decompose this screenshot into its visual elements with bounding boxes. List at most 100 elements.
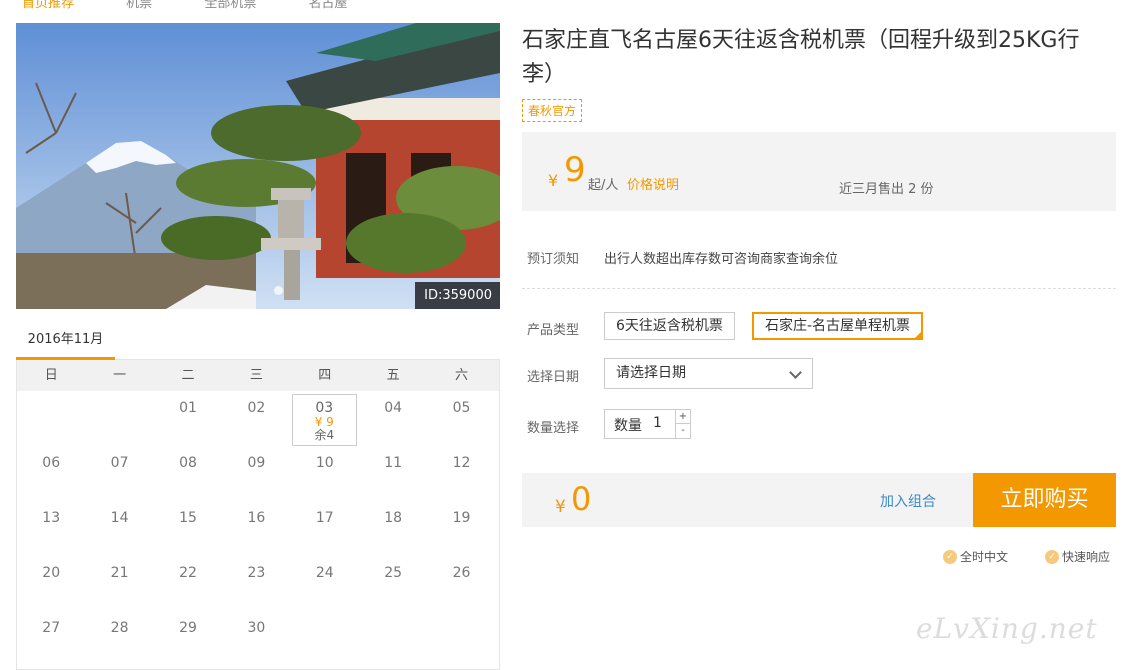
calendar-day[interactable]: 10 xyxy=(291,449,359,504)
type-option-roundtrip[interactable]: 6天往返含税机票 xyxy=(604,312,735,340)
calendar-day[interactable]: 02 xyxy=(222,394,290,449)
day-number: 01 xyxy=(179,400,197,416)
day-number: 03 xyxy=(315,400,334,416)
calendar-day[interactable]: 15 xyxy=(154,504,222,559)
calendar-day[interactable]: 23 xyxy=(222,559,290,614)
calendar-day[interactable]: 06 xyxy=(17,449,85,504)
calendar-day[interactable]: 14 xyxy=(85,504,153,559)
breadcrumb-item[interactable]: 名古屋 xyxy=(308,0,347,11)
calendar-empty-cell xyxy=(85,394,153,449)
day-number: 10 xyxy=(315,455,334,471)
weekday-label: 四 xyxy=(318,368,332,383)
calendar-day[interactable]: 13 xyxy=(17,504,85,559)
calendar-day[interactable]: 01 xyxy=(154,394,222,449)
temple-illustration xyxy=(16,23,500,309)
weekday-label: 五 xyxy=(386,368,400,383)
calendar-day[interactable]: 03 ¥ 9 余4 xyxy=(291,394,357,446)
quantity-stepper: 数量 1 + - xyxy=(604,409,691,439)
booking-notice: 预订须知 出行人数超出库存数可咨询商家查询余位 xyxy=(522,228,1116,289)
quantity-plus-button[interactable]: + xyxy=(675,410,690,424)
calendar-day[interactable]: 27 xyxy=(17,614,85,669)
product-photo[interactable]: ID:359000 xyxy=(16,23,500,309)
date-select-value: 请选择日期 xyxy=(616,365,686,381)
day-number: 22 xyxy=(179,565,197,581)
date-select[interactable]: 请选择日期 xyxy=(604,358,813,389)
breadcrumb-item[interactable]: 首页推荐 xyxy=(22,0,74,11)
calendar-day[interactable]: 25 xyxy=(359,559,427,614)
quantity-label: 数量选择 xyxy=(527,421,580,436)
day-number: 06 xyxy=(42,455,61,471)
calendar-empty-cell xyxy=(427,614,495,669)
seller-tag: 春秋官方 xyxy=(522,99,583,122)
day-number: 29 xyxy=(179,620,197,636)
selected-corner-icon xyxy=(913,330,924,340)
calendar-day[interactable]: 17 xyxy=(291,504,359,559)
breadcrumb: 首页推荐 机票 全部机票 名古屋 xyxy=(22,0,395,11)
type-option-label: 石家庄-名古屋单程机票 xyxy=(765,318,911,334)
weekday-label: 三 xyxy=(249,368,263,383)
day-number: 28 xyxy=(110,620,129,636)
feature-badge: ✓ 全时中文 xyxy=(943,548,1008,565)
total-currency: ¥ xyxy=(555,497,566,517)
calendar-day[interactable]: 21 xyxy=(85,559,153,614)
feature-label: 全时中文 xyxy=(960,550,1009,564)
quantity-minus-button[interactable]: - xyxy=(675,424,690,438)
calendar-empty-cell xyxy=(359,614,427,669)
calendar-day[interactable]: 08 xyxy=(154,449,222,504)
day-number: 13 xyxy=(42,510,61,526)
day-number: 23 xyxy=(247,565,266,581)
calendar-day[interactable]: 20 xyxy=(17,559,85,614)
day-number: 19 xyxy=(452,510,471,526)
price-amount: 9 xyxy=(564,150,586,190)
day-number: 05 xyxy=(452,400,471,416)
day-number: 15 xyxy=(179,510,197,526)
price-panel: ¥ 9 起/人 价格说明 近三月售出 2 份 xyxy=(522,132,1116,211)
tab-month[interactable]: 2016年11月 xyxy=(16,321,115,360)
day-number: 11 xyxy=(384,455,403,471)
day-number: 18 xyxy=(384,510,403,526)
calendar-empty-cell xyxy=(291,614,359,669)
weekday-label: 六 xyxy=(455,368,469,383)
buy-now-button[interactable]: 立即购买 xyxy=(973,473,1116,527)
feature-badge: ✓ 快速响应 xyxy=(1045,548,1110,565)
day-remaining: 余4 xyxy=(314,428,335,442)
day-number: 25 xyxy=(384,565,403,581)
breadcrumb-item[interactable]: 机票 xyxy=(126,0,152,11)
calendar-day[interactable]: 18 xyxy=(359,504,427,559)
weekday-label: 一 xyxy=(113,368,127,383)
currency-symbol: ¥ xyxy=(548,171,559,190)
calendar-day[interactable]: 29 xyxy=(154,614,222,669)
calendar-day[interactable]: 22 xyxy=(154,559,222,614)
type-option-oneway[interactable]: 石家庄-名古屋单程机票 xyxy=(752,312,924,340)
day-number: 04 xyxy=(384,400,403,416)
quantity-input[interactable]: 1 xyxy=(653,415,662,431)
day-number: 14 xyxy=(110,510,129,526)
calendar-day[interactable]: 12 xyxy=(427,449,495,504)
calendar-day[interactable]: 11 xyxy=(359,449,427,504)
day-number: 08 xyxy=(179,455,197,471)
calendar-day[interactable]: 26 xyxy=(427,559,495,614)
calendar-day[interactable]: 16 xyxy=(222,504,290,559)
calendar-day[interactable]: 09 xyxy=(222,449,290,504)
calendar-day[interactable]: 04 xyxy=(359,394,427,449)
day-number: 21 xyxy=(110,565,129,581)
calendar-day[interactable]: 30 xyxy=(222,614,290,669)
calendar-day[interactable]: 05 xyxy=(427,394,495,449)
calendar-grid: 01 02 03 ¥ 9 余4 04 05 06 07 08 09 10 11 12 13 14 15 16 17 1… xyxy=(17,391,499,669)
price-explain-link[interactable]: 价格说明 xyxy=(627,174,679,193)
calendar-day[interactable]: 07 xyxy=(85,449,153,504)
calendar: 日 一 二 三 四 五 六 01 02 03 ¥ 9 余4 04 05 06 07 08 09 10 1… xyxy=(16,360,500,670)
calendar-day[interactable]: 24 xyxy=(291,559,359,614)
calendar-day[interactable]: 28 xyxy=(85,614,153,669)
feature-label: 快速响应 xyxy=(1062,550,1111,564)
day-number: 09 xyxy=(247,455,266,471)
carousel-dot[interactable] xyxy=(274,286,283,295)
price-unit: 起/人 xyxy=(588,178,619,193)
day-number: 24 xyxy=(315,565,334,581)
product-type-label: 产品类型 xyxy=(527,323,580,338)
add-combo-link[interactable]: 加入组合 xyxy=(880,491,936,511)
breadcrumb-item[interactable]: 全部机票 xyxy=(204,0,256,11)
product-title: 石家庄直飞名古屋6天往返含税机票（回程升级到25KG行李） xyxy=(522,28,1080,87)
calendar-day[interactable]: 19 xyxy=(427,504,495,559)
day-price: ¥ 9 xyxy=(314,415,334,429)
